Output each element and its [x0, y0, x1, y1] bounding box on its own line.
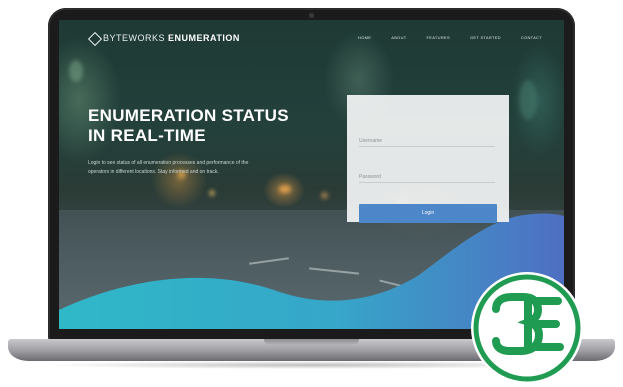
laptop-notch: [264, 339, 359, 345]
nav-item-contact[interactable]: Contact: [521, 35, 542, 40]
logo-icon: [89, 33, 99, 43]
top-nav: BYTEWORKS ENUMERATION Home About Feature…: [59, 20, 564, 56]
hero-description: Login to see status of all enumeration p…: [88, 160, 249, 175]
nav-item-about[interactable]: About: [391, 35, 406, 40]
nav-item-home[interactable]: Home: [358, 35, 371, 40]
brand-name-light: BYTEWORKS: [103, 33, 166, 43]
username-field[interactable]: Username: [359, 135, 495, 147]
nav-item-features[interactable]: Features: [427, 35, 450, 40]
password-field[interactable]: Password: [359, 171, 495, 183]
login-button[interactable]: Login: [359, 204, 497, 223]
hero-title-line-1: ENUMERATION STATUS: [88, 106, 289, 125]
brand-logo[interactable]: BYTEWORKS ENUMERATION: [89, 33, 240, 43]
brand-name: BYTEWORKS ENUMERATION: [103, 33, 240, 43]
hero-title: ENUMERATION STATUS IN REAL-TIME: [88, 106, 289, 146]
login-form: Username Password Login: [347, 95, 509, 223]
camera-icon: [309, 13, 314, 18]
hero-title-line-2: IN REAL-TIME: [88, 126, 206, 145]
nav-item-get-started[interactable]: Get Started: [470, 35, 501, 40]
3e-badge-icon: [471, 272, 583, 384]
brand-name-bold: ENUMERATION: [168, 33, 240, 43]
nav-links: Home About Features Get Started Contact: [358, 35, 542, 40]
